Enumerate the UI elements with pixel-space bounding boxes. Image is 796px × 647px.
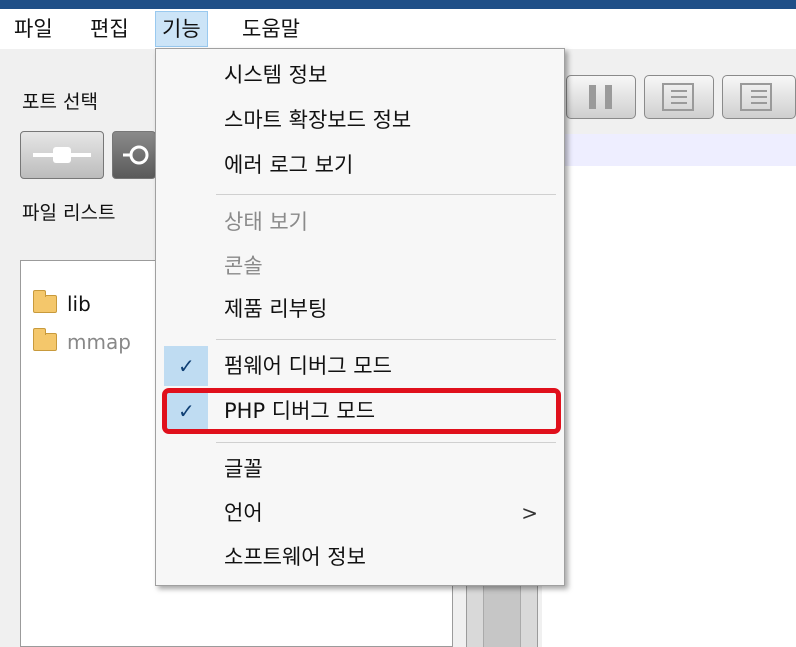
menu-item-label: 시스템 정보 <box>224 63 328 87</box>
menu-item-language[interactable]: 언어 > <box>156 493 564 533</box>
menu-item-label: 펌웨어 디버그 모드 <box>224 354 392 378</box>
window-top-bar <box>0 0 796 9</box>
checkmark-icon: ✓ <box>178 354 195 378</box>
file-list-label: 파일 리스트 <box>22 202 116 224</box>
port-disconnect-button[interactable] <box>112 131 156 179</box>
menu-edit[interactable]: 편집 <box>84 11 135 47</box>
menu-item-software-info[interactable]: 소프트웨어 정보 <box>156 537 564 577</box>
pause-button[interactable] <box>566 75 636 119</box>
step-out-button[interactable] <box>722 75 796 119</box>
menu-function[interactable]: 기능 <box>155 11 208 47</box>
port-connect-button[interactable] <box>20 131 104 179</box>
menu-item-error-log[interactable]: 에러 로그 보기 <box>156 145 564 185</box>
chevron-right-icon: > <box>521 501 538 525</box>
menu-item-system-info[interactable]: 시스템 정보 <box>156 55 564 95</box>
menu-item-label: 에러 로그 보기 <box>224 153 354 177</box>
menu-item-label: 언어 <box>224 501 263 525</box>
menu-item-label: 글꼴 <box>224 457 263 481</box>
menu-separator <box>216 442 556 443</box>
menu-item-label: 상태 보기 <box>224 210 308 234</box>
menu-file[interactable]: 파일 <box>8 11 59 47</box>
file-name: mmap <box>67 330 131 354</box>
menu-item-label: 소프트웨어 정보 <box>224 545 366 569</box>
menu-item-reboot[interactable]: 제품 리부팅 <box>156 289 564 329</box>
menu-item-expansion-board-info[interactable]: 스마트 확장보드 정보 <box>156 100 564 140</box>
highlight-annotation-box <box>162 388 561 434</box>
menu-item-label: 콘솔 <box>224 254 263 278</box>
menu-item-console: 콘솔 <box>156 246 564 286</box>
menu-item-status-view: 상태 보기 <box>156 202 564 242</box>
menu-item-font[interactable]: 글꼴 <box>156 449 564 489</box>
step-in-icon <box>662 83 694 111</box>
debug-output-panel <box>542 166 796 647</box>
menu-separator <box>216 194 556 195</box>
menu-item-label: 제품 리부팅 <box>224 297 328 321</box>
list-item[interactable]: lib <box>33 290 91 317</box>
menu-help[interactable]: 도움말 <box>236 11 306 47</box>
unplug-icon <box>123 145 149 165</box>
list-item[interactable]: mmap <box>33 328 131 355</box>
folder-icon <box>33 328 57 351</box>
menu-item-label: 스마트 확장보드 정보 <box>224 108 412 132</box>
menu-item-firmware-debug-mode[interactable]: ✓ 펌웨어 디버그 모드 <box>156 346 564 386</box>
menu-bar: 파일 편집 기능 도움말 <box>0 9 796 49</box>
checkmark-background: ✓ <box>164 346 208 386</box>
plug-icon <box>33 147 91 163</box>
function-menu-dropdown: 시스템 정보 스마트 확장보드 정보 에러 로그 보기 상태 보기 콘솔 제품 … <box>155 48 565 586</box>
step-out-icon <box>740 83 772 111</box>
menu-separator <box>216 339 556 340</box>
debug-info-strip <box>542 134 796 168</box>
port-select-label: 포트 선택 <box>22 91 98 113</box>
folder-icon <box>33 290 57 313</box>
step-in-button[interactable] <box>644 75 714 119</box>
file-name: lib <box>67 292 91 316</box>
pause-icon <box>589 85 612 109</box>
